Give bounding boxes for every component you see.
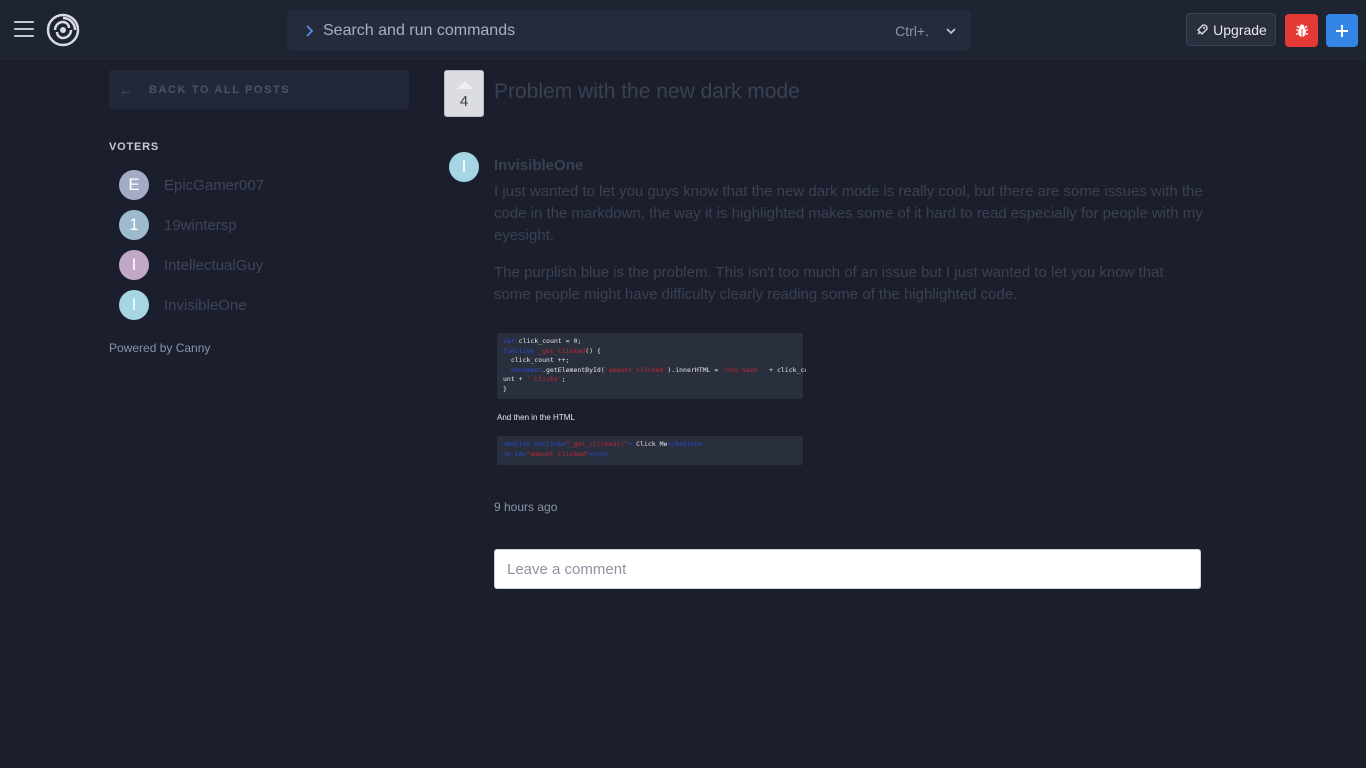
rocket-icon bbox=[1197, 23, 1208, 35]
command-search[interactable]: Ctrl+. bbox=[287, 10, 971, 51]
author-name[interactable]: InvisibleOne bbox=[494, 157, 583, 174]
arrow-left-icon: ← bbox=[119, 81, 133, 98]
bug-icon bbox=[1295, 24, 1308, 37]
voter-item[interactable]: I IntellectualGuy bbox=[119, 245, 264, 285]
search-input[interactable] bbox=[321, 20, 896, 41]
code-screenshot-js: var click_count = 0; function _get_click… bbox=[497, 333, 806, 399]
author-avatar[interactable]: I bbox=[449, 152, 479, 182]
top-bar: Ctrl+. Upgrade bbox=[0, 0, 1366, 60]
voter-name: IntellectualGuy bbox=[164, 256, 264, 274]
menu-icon[interactable] bbox=[14, 21, 34, 39]
upgrade-label: Upgrade bbox=[1213, 21, 1267, 38]
post-body: I just wanted to let you guys know that … bbox=[494, 181, 1204, 321]
voter-name: InvisibleOne bbox=[164, 296, 247, 314]
image-caption: And then in the HTML bbox=[497, 413, 575, 422]
chevron-right-icon bbox=[306, 24, 314, 37]
avatar: I bbox=[119, 250, 149, 280]
app-logo[interactable] bbox=[46, 13, 80, 47]
avatar: 1 bbox=[119, 210, 149, 240]
powered-by-canny-link[interactable]: Powered by Canny bbox=[109, 341, 210, 355]
plus-icon bbox=[1336, 24, 1348, 37]
post-timestamp: 9 hours ago bbox=[494, 500, 558, 514]
avatar: I bbox=[119, 290, 149, 320]
add-button[interactable] bbox=[1326, 14, 1358, 47]
avatar: E bbox=[119, 170, 149, 200]
comment-input[interactable] bbox=[494, 549, 1201, 589]
post-title: Problem with the new dark mode bbox=[494, 80, 800, 103]
bug-report-button[interactable] bbox=[1285, 14, 1318, 47]
upgrade-button[interactable]: Upgrade bbox=[1186, 13, 1276, 46]
back-label: BACK TO ALL POSTS bbox=[149, 83, 291, 96]
upvote-arrow-icon bbox=[457, 81, 473, 89]
post-paragraph: The purplish blue is the problem. This i… bbox=[494, 264, 1164, 303]
post-image[interactable]: var click_count = 0; function _get_click… bbox=[494, 330, 806, 482]
voter-list: E EpicGamer007 1 19wintersp I Intellectu… bbox=[119, 165, 264, 325]
vote-count: 4 bbox=[459, 93, 469, 110]
upvote-button[interactable]: 4 bbox=[444, 70, 484, 117]
back-to-posts-button[interactable]: ← BACK TO ALL POSTS bbox=[109, 70, 409, 109]
voter-item[interactable]: 1 19wintersp bbox=[119, 205, 264, 245]
post-paragraph: I just wanted to let you guys know that … bbox=[494, 183, 1203, 244]
voters-heading: VOTERS bbox=[109, 141, 160, 153]
shortcut-hint: Ctrl+. bbox=[895, 22, 929, 39]
code-screenshot-html: <button onclick="_get_clicked()"> Click … bbox=[497, 436, 803, 465]
voter-name: 19wintersp bbox=[164, 216, 237, 234]
voter-name: EpicGamer007 bbox=[164, 176, 265, 194]
voter-item[interactable]: E EpicGamer007 bbox=[119, 165, 264, 205]
voter-item[interactable]: I InvisibleOne bbox=[119, 285, 264, 325]
chevron-down-icon[interactable] bbox=[939, 19, 963, 43]
